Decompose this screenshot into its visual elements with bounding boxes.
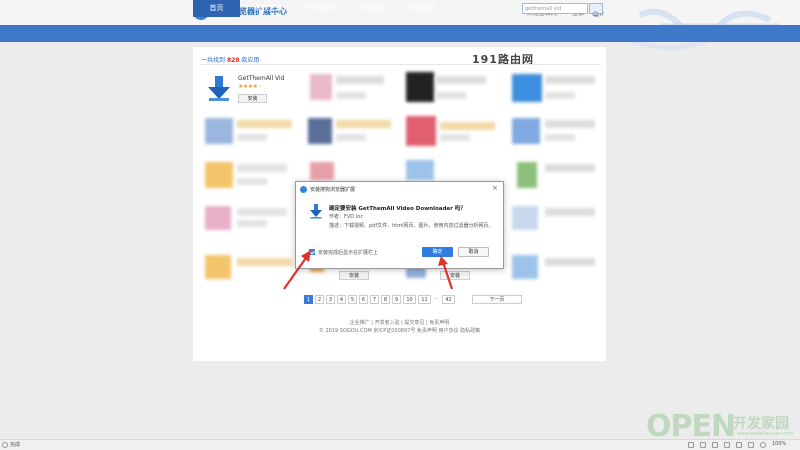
settings-icon[interactable] [736,442,742,448]
footer-copyright: © 2019 SOGOU.COM 京ICP证050897号 免责声明 用户协议 … [318,328,481,334]
page-2[interactable]: 2 [315,295,324,304]
footer-links[interactable]: 企业推广 | 开发者入驻 | 提交意见 | 免责声明 [193,319,606,326]
screenshot-icon[interactable] [724,442,730,448]
download-icon[interactable] [688,442,694,448]
extension-icon[interactable] [700,442,706,448]
page-3[interactable]: 3 [326,295,335,304]
page-status-icon [2,442,8,448]
page-4[interactable]: 4 [337,295,346,304]
annotation-arrows [283,250,454,290]
page-10[interactable]: 10 [403,295,416,304]
status-bar: 完成 100% [0,439,800,450]
sound-icon[interactable] [712,442,718,448]
watermark-open-cn: 开发家园 [733,416,789,432]
fullscreen-icon[interactable] [748,442,754,448]
watermark-open-url: www.kaifajiayuan.com [737,431,793,437]
page-9[interactable]: 9 [392,295,401,304]
page-7[interactable]: 7 [370,295,379,304]
page-5[interactable]: 5 [348,295,357,304]
zoom-level[interactable]: 100% [772,441,786,447]
zoom-icon[interactable] [760,442,766,448]
page-11[interactable]: 11 [418,295,431,304]
page-1[interactable]: 1 [304,295,313,304]
page-6[interactable]: 6 [359,295,368,304]
page-ellipsis: ... [433,295,438,301]
status-text: 完成 [10,442,21,448]
page-8[interactable]: 8 [381,295,390,304]
next-page-button[interactable]: 下一页 [472,295,522,304]
page-last[interactable]: 42 [442,295,455,304]
